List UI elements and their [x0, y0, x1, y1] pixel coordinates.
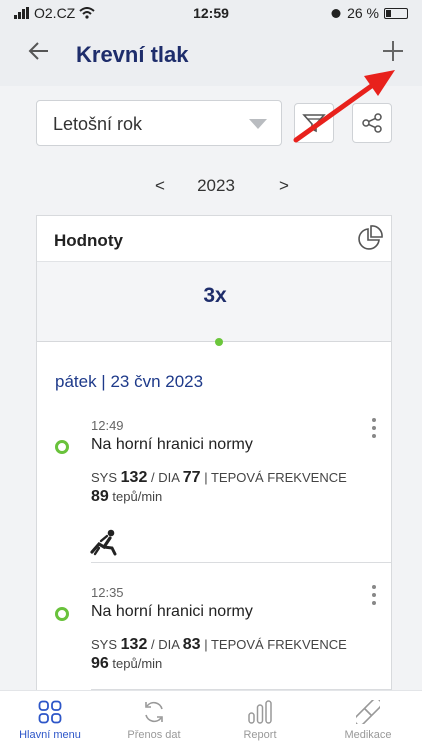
nav-bar: Krevní tlak	[0, 26, 422, 86]
filter-row: Letošní rok	[0, 100, 422, 148]
dia-value: 83	[182, 636, 201, 653]
filter-icon	[302, 114, 326, 133]
tab-hlavni-menu[interactable]: Hlavní menu	[0, 699, 100, 741]
reclining-person-icon	[89, 528, 119, 561]
period-value: Letošní rok	[53, 114, 143, 134]
entry-status: Na horní hranici normy	[91, 436, 253, 453]
dia-label: DIA	[158, 637, 180, 652]
day-header: pátek | 23 čvn 2023	[55, 372, 204, 391]
card-header: Hodnoty	[37, 216, 391, 262]
tab-label: Hlavní menu	[19, 729, 81, 741]
prev-year-button[interactable]: <	[155, 176, 165, 196]
sys-value: 132	[120, 636, 148, 653]
card-title: Hodnoty	[54, 231, 123, 250]
tab-report[interactable]: Report	[210, 699, 310, 741]
status-bar: O2.CZ 12:59 26 %	[0, 0, 422, 26]
entry-status: Na horní hranici normy	[91, 603, 253, 620]
count-summary: 3x	[37, 262, 391, 346]
pulse-value: 96	[91, 655, 109, 672]
battery-percent: 26 %	[347, 5, 379, 21]
pie-chart-icon	[358, 225, 383, 250]
back-button[interactable]	[28, 38, 50, 69]
pill-icon	[356, 700, 380, 724]
more-options-button[interactable]	[369, 585, 379, 605]
sys-value: 132	[120, 469, 148, 486]
alarm-icon	[331, 9, 341, 18]
entry-divider	[91, 562, 391, 563]
tab-label: Medikace	[344, 729, 392, 741]
entry-time: 12:35	[91, 585, 124, 600]
filter-button[interactable]	[294, 103, 334, 143]
bar-chart-icon	[248, 700, 272, 724]
pulse-label: TEPOVÁ FREKVENCE	[210, 470, 347, 485]
pulse-value: 89	[91, 488, 109, 505]
tab-label: Přenos dat	[127, 729, 181, 741]
values-card: Hodnoty 3x pátek | 23 čvn 2023 12:49 Na …	[36, 215, 392, 695]
measurement-count: 3x	[203, 284, 227, 307]
measurement-entry[interactable]: 12:35 Na horní hranici normy SYS 132 / D…	[37, 585, 391, 685]
entry-time: 12:49	[91, 418, 124, 433]
pulse-unit: tepů/min	[112, 656, 163, 671]
status-circle-icon	[55, 440, 69, 454]
year-label: 2023	[197, 176, 235, 195]
page-title: Krevní tlak	[76, 42, 189, 67]
tab-medikace[interactable]: Medikace	[318, 699, 418, 741]
plus-icon	[383, 41, 403, 61]
share-icon	[362, 113, 382, 133]
battery-icon	[384, 7, 408, 19]
period-select[interactable]: Letošní rok	[36, 100, 282, 146]
arrow-left-icon	[28, 42, 48, 60]
year-navigation: 2023 < >	[0, 176, 422, 198]
pulse-unit: tepů/min	[112, 489, 163, 504]
status-circle-icon	[55, 607, 69, 621]
sys-label: SYS	[91, 637, 118, 652]
more-options-button[interactable]	[369, 418, 379, 438]
sync-icon	[145, 701, 163, 723]
dia-label: DIA	[158, 470, 180, 485]
entry-values: SYS 132 / DIA 77 | TEPOVÁ FREKVENCE 89 t…	[91, 469, 347, 505]
pulse-label: TEPOVÁ FREKVENCE	[210, 637, 347, 652]
entry-values: SYS 132 / DIA 83 | TEPOVÁ FREKVENCE 96 t…	[91, 636, 347, 672]
tab-prenos-dat[interactable]: Přenos dat	[104, 699, 204, 741]
share-button[interactable]	[352, 103, 392, 143]
chart-toggle-button[interactable]	[357, 225, 383, 256]
tab-label: Report	[243, 729, 277, 741]
chevron-down-icon	[249, 119, 267, 129]
next-year-button[interactable]: >	[279, 176, 289, 196]
measurement-entry[interactable]: 12:49 Na horní hranici normy SYS 132 / D…	[37, 418, 391, 568]
dia-value: 77	[182, 469, 201, 486]
battery-level	[386, 9, 391, 17]
add-button[interactable]	[382, 34, 404, 68]
grid-icon	[38, 700, 62, 724]
bottom-tab-bar: Hlavní menu Přenos dat Report Medikace	[0, 690, 422, 747]
sys-label: SYS	[91, 470, 118, 485]
battery-info: 26 %	[330, 5, 408, 21]
status-dot	[215, 338, 223, 346]
